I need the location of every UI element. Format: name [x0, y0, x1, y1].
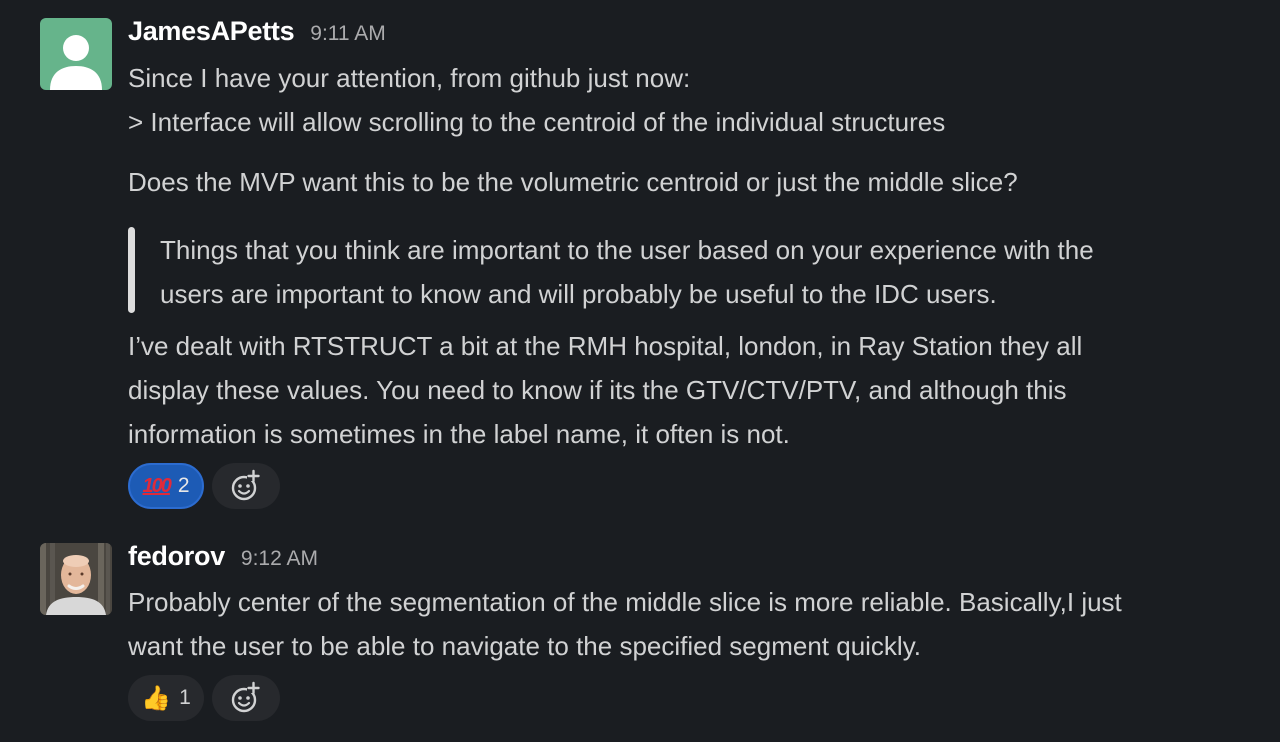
message-text-line: > Interface will allow scrolling to the …: [128, 107, 946, 137]
reaction-hundred-points[interactable]: 100 2: [128, 463, 204, 509]
message-text-line: information is sometimes in the label na…: [128, 419, 790, 449]
blockquote-text-line: Things that you think are important to t…: [160, 235, 1094, 265]
add-reaction-icon: [231, 469, 260, 501]
reaction-thumbs-up[interactable]: 👍 1: [128, 675, 204, 721]
add-reaction-button[interactable]: [212, 463, 280, 509]
hundred-points-emoji: 100: [142, 474, 171, 497]
message-text-line: display these values. You need to know i…: [128, 375, 1067, 405]
message-header: fedorov 9:12 AM: [128, 541, 318, 572]
message-text-line: Does the MVP want this to be the volumet…: [128, 167, 1018, 197]
blockquote-bar: [128, 227, 135, 313]
reaction-count: 1: [179, 686, 191, 709]
timestamp[interactable]: 9:12 AM: [241, 547, 318, 571]
timestamp[interactable]: 9:11 AM: [310, 22, 386, 46]
thumbs-up-emoji: 👍: [141, 684, 172, 712]
default-user-icon: [50, 35, 102, 90]
avatar[interactable]: [40, 18, 112, 90]
author-name[interactable]: fedorov: [128, 541, 225, 572]
avatar[interactable]: [40, 543, 112, 615]
message-text-line: Probably center of the segmentation of t…: [128, 587, 1122, 617]
user-photo: [40, 543, 112, 615]
author-name[interactable]: JamesAPetts: [128, 16, 295, 47]
message-text-line: I’ve dealt with RTSTRUCT a bit at the RM…: [128, 331, 1083, 361]
reaction-count: 2: [177, 474, 190, 497]
add-reaction-icon: [231, 681, 260, 713]
add-reaction-button[interactable]: [212, 675, 280, 721]
message-header: JamesAPetts 9:11 AM: [128, 16, 386, 47]
blockquote-text-line: users are important to know and will pro…: [160, 279, 997, 309]
message-text-line: Since I have your attention, from github…: [128, 63, 691, 93]
message-text-line: want the user to be able to navigate to …: [128, 631, 921, 661]
